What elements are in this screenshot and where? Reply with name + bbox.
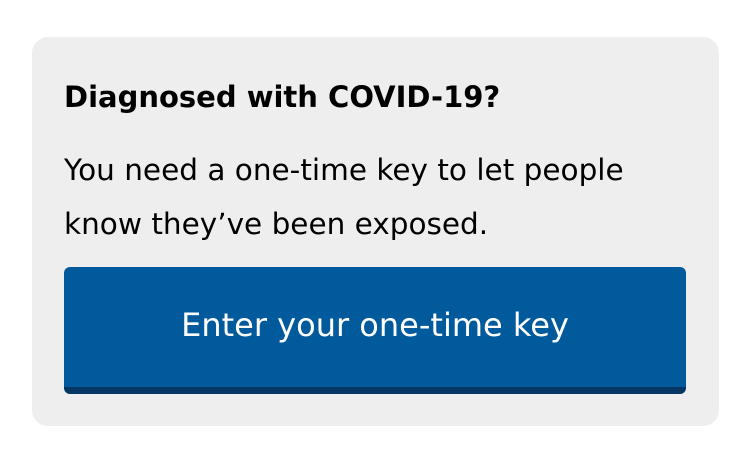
enter-one-time-key-button[interactable]: Enter your one-time key: [64, 267, 686, 394]
covid-diagnosis-card: Diagnosed with COVID-19? You need a one-…: [32, 37, 719, 426]
card-title: Diagnosed with COVID-19?: [64, 80, 501, 114]
card-description: You need a one-time key to let people kn…: [64, 153, 624, 241]
